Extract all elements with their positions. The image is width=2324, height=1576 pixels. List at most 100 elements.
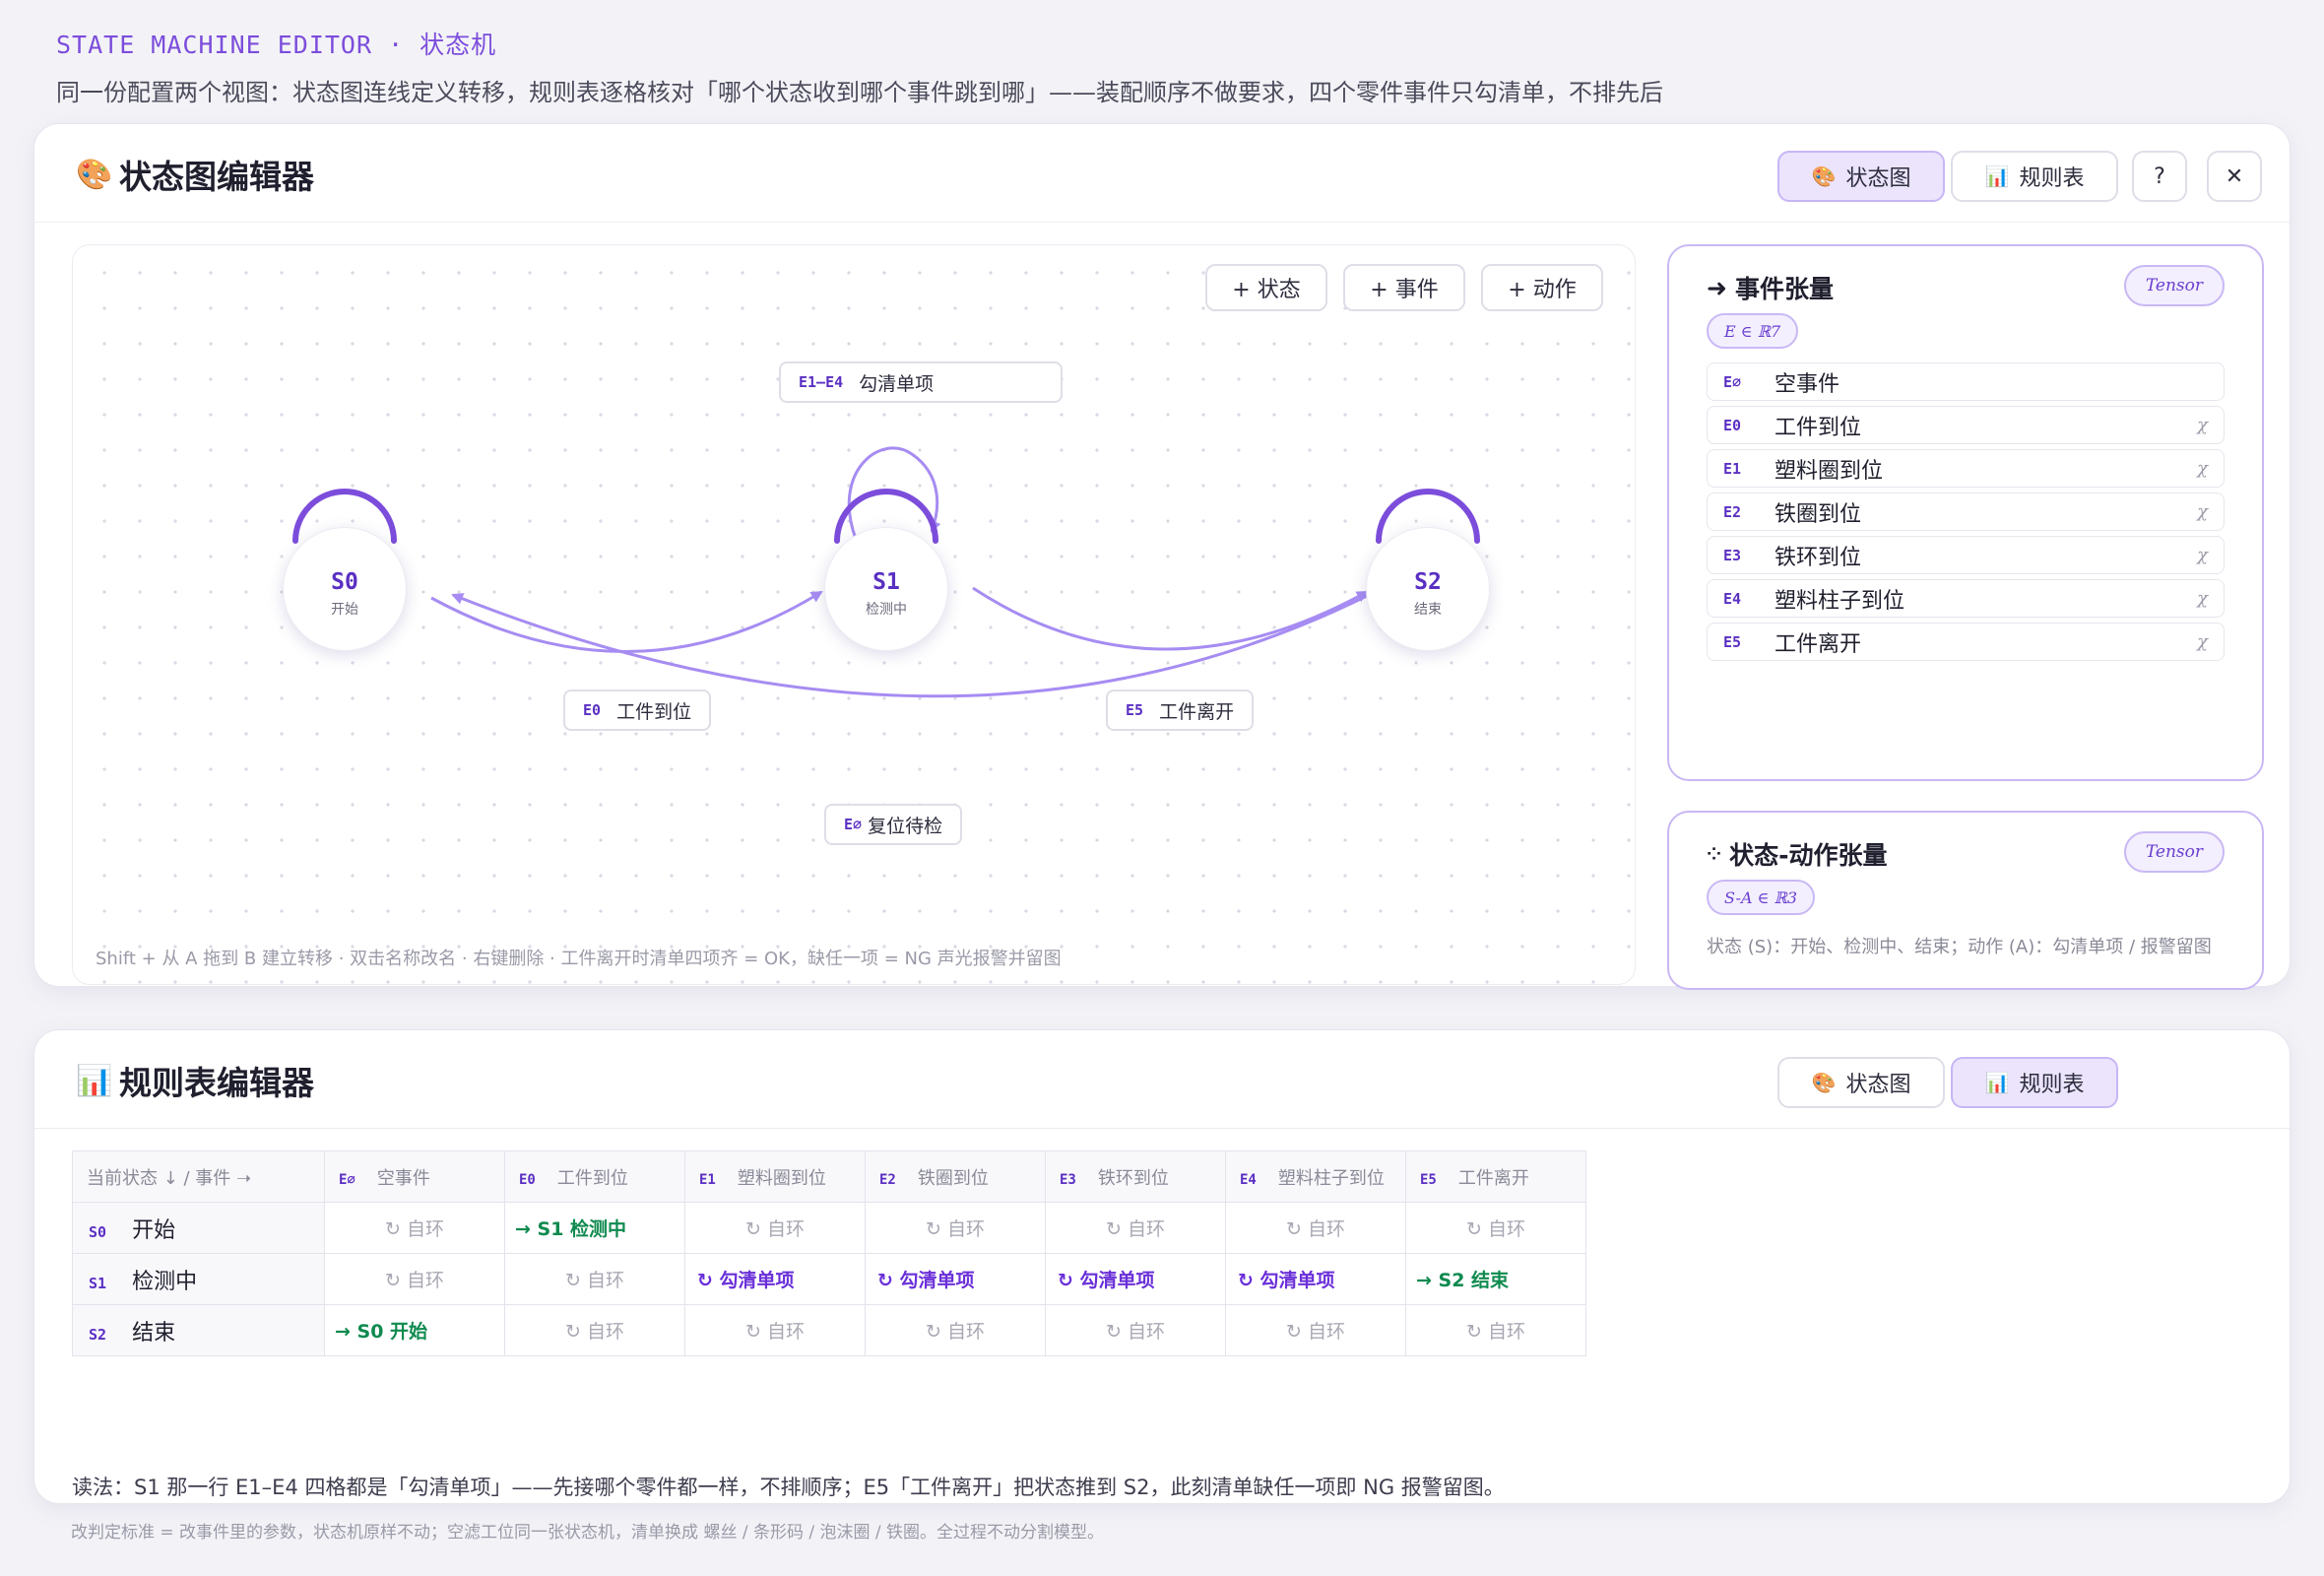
event-name: 铁环到位 [1775, 545, 1862, 570]
rule-cell[interactable]: ↻ 自环 [1405, 1304, 1586, 1356]
event-id: E2 [1723, 502, 1742, 521]
edge-action: 工件到位 [616, 700, 692, 723]
table-row: S2 结束 → S0 开始 ↻ 自环 ↻ 自环 ↻ 自环 ↻ 自环 ↻ 自环 ↻ 自环 [72, 1304, 1586, 1356]
edge-label-check[interactable]: E1–E4 勾清单项 [779, 361, 1063, 403]
tab-table-label: 规则表 [2019, 1073, 2085, 1097]
delete-event-icon[interactable]: χ [2197, 631, 2208, 652]
footer-note: 改判定标准 = 改事件里的参数，状态机原样不动；空滤工位同一张状态机，清单换成 … [71, 1523, 1105, 1543]
event-tensor-title: ➜ 事件张量 [1707, 270, 1834, 305]
column-event-name: 塑料柱子到位 [1277, 1167, 1385, 1189]
rule-cell[interactable]: ↻ 自环 [324, 1202, 505, 1254]
rule-table-column-header: E0 工件到位 [504, 1150, 685, 1203]
tab-diagram[interactable]: 🎨 状态图 [1777, 151, 1945, 202]
rule-table-column-header: E1 塑料圈到位 [684, 1150, 866, 1203]
table-row: S1 检测中 ↻ 自环 ↻ 自环 ↻ 勾清单项 ↻ 勾清单项 ↻ 勾清单项 ↻ 勾清单项 → S… [72, 1253, 1586, 1305]
sa-tensor-title: ⁘ 状态-动作张量 [1707, 836, 1887, 872]
tensor-signature: E ∈ ℝ7 [1707, 313, 1799, 349]
event-tensor-panel: ➜ 事件张量 Tensor E ∈ ℝ7 E∅ 空事件 E0 工件到位 χ E1 塑料圈到位… [1667, 244, 2264, 781]
event-row[interactable]: E5 工件离开 χ [1707, 623, 2225, 661]
state-node-name: 结束 [1414, 602, 1442, 618]
diagram-canvas[interactable]: + 状态 + 事件 + 动作 S0 开始 S1 检测中 S2 结束 E1–E4 … [72, 244, 1636, 985]
rule-cell[interactable]: ↻ 自环 [1225, 1202, 1406, 1254]
edge-action: 勾清单项 [859, 372, 935, 395]
edge-action: 复位待检 [868, 815, 943, 837]
rule-table-corner: 当前状态 ↓ / 事件 ➝ [72, 1150, 325, 1203]
event-id: E1 [1723, 459, 1742, 478]
rule-cell[interactable]: ↻ 勾清单项 [865, 1253, 1046, 1305]
rule-cell[interactable]: ↻ 自环 [684, 1304, 866, 1356]
rule-cell[interactable]: → S2 结束 [1405, 1253, 1586, 1305]
edge-s0-s1[interactable] [430, 590, 823, 654]
delete-event-icon[interactable]: χ [2197, 501, 2208, 522]
sa-tensor-description: 状态 (S)：开始、检测中、结束；动作 (A)：勾清单项 / 报警留图 [1707, 937, 2212, 957]
tab-table[interactable]: 📊 规则表 [1951, 151, 2118, 202]
tab-diagram[interactable]: 🎨 状态图 [1777, 1057, 1945, 1108]
delete-event-icon[interactable]: χ [2197, 545, 2208, 565]
tab-table-label: 规则表 [2019, 166, 2085, 191]
tab-diagram-label: 状态图 [1845, 1073, 1911, 1097]
rule-table-column-header: E3 铁环到位 [1045, 1150, 1226, 1203]
state-node-s2[interactable]: S2 结束 [1366, 527, 1490, 651]
rule-cell[interactable]: ↻ 勾清单项 [1045, 1253, 1226, 1305]
rule-cell[interactable]: ↻ 自环 [865, 1202, 1046, 1254]
rule-cell[interactable]: ↻ 自环 [684, 1202, 866, 1254]
column-event-id: E5 [1420, 1171, 1437, 1188]
delete-event-icon[interactable]: χ [2197, 415, 2208, 435]
state-node-id: S2 [1414, 569, 1442, 595]
row-state-header: S2 结束 [72, 1304, 325, 1356]
column-event-name: 铁圈到位 [917, 1167, 989, 1189]
state-node-name: 开始 [331, 602, 358, 618]
close-button[interactable]: ✕ [2207, 151, 2262, 202]
rule-cell[interactable]: ↻ 自环 [504, 1304, 685, 1356]
event-tensor-title-text: 事件张量 [1734, 275, 1834, 303]
rule-cell[interactable]: ↻ 自环 [865, 1304, 1046, 1356]
tab-table[interactable]: 📊 规则表 [1951, 1057, 2118, 1108]
event-row[interactable]: E0 工件到位 χ [1707, 406, 2225, 444]
bar-chart-icon: 📊 [76, 1063, 113, 1098]
sa-tensor-title-text: 状态-动作张量 [1729, 841, 1888, 870]
table-row: S0 开始 ↻ 自环 → S1 检测中 ↻ 自环 ↻ 自环 ↻ 自环 ↻ 自环 ↻ 自环 [72, 1202, 1586, 1254]
rule-cell[interactable]: → S1 检测中 [504, 1202, 685, 1254]
tensor-badge: Tensor [2123, 831, 2225, 873]
edge-s1-s2[interactable] [972, 586, 1369, 651]
event-row[interactable]: E3 铁环到位 χ [1707, 536, 2225, 574]
sparkle-icon: ⁘ [1707, 843, 1722, 865]
rule-cell[interactable]: ↻ 自环 [1405, 1202, 1586, 1254]
event-id: E3 [1723, 546, 1742, 564]
rule-cell[interactable]: ↻ 自环 [324, 1253, 505, 1305]
help-button[interactable]: ? [2132, 151, 2187, 202]
rule-table-column-header: E2 铁圈到位 [865, 1150, 1046, 1203]
event-row[interactable]: E4 塑料柱子到位 χ [1707, 579, 2225, 618]
rule-cell[interactable]: ↻ 自环 [1045, 1202, 1226, 1254]
column-event-id: E0 [519, 1171, 536, 1188]
rule-table-column-header: E5 工件离开 [1405, 1150, 1586, 1203]
event-id: E∅ [1723, 372, 1742, 391]
rule-cell[interactable]: ↻ 勾清单项 [684, 1253, 866, 1305]
diagram-panel-title-text: 状态图编辑器 [119, 158, 314, 196]
rule-cell[interactable]: ↻ 自环 [504, 1253, 685, 1305]
rule-table-header-row: 当前状态 ↓ / 事件 ➝ E∅ 空事件 E0 工件到位 E1 塑料圈到位 E2 铁圈到位 E3… [72, 1150, 1586, 1203]
bar-chart-icon: 📊 [1984, 1071, 2010, 1094]
column-event-id: E3 [1060, 1171, 1076, 1188]
rule-cell[interactable]: ↻ 自环 [1045, 1304, 1226, 1356]
event-row[interactable]: E∅ 空事件 [1707, 362, 2225, 401]
row-state-id: S0 [89, 1222, 107, 1241]
row-state-name: 检测中 [132, 1269, 198, 1294]
rule-cell[interactable]: ↻ 勾清单项 [1225, 1253, 1406, 1305]
edge-label-leave[interactable]: E5 工件离开 [1106, 690, 1255, 731]
event-id: E0 [1723, 416, 1742, 434]
event-row[interactable]: E1 塑料圈到位 χ [1707, 449, 2225, 488]
rule-panel-title: 📊 规则表编辑器 [76, 1057, 314, 1104]
state-node-s0[interactable]: S0 开始 [283, 527, 407, 651]
edge-label-reset[interactable]: E∅ 复位待检 [824, 804, 963, 845]
tab-diagram-label: 状态图 [1845, 166, 1911, 191]
edge-label-arrive[interactable]: E0 工件到位 [563, 690, 712, 731]
rule-cell[interactable]: → S0 开始 [324, 1304, 505, 1356]
column-event-name: 铁环到位 [1097, 1167, 1169, 1189]
event-row[interactable]: E2 铁圈到位 χ [1707, 492, 2225, 531]
rule-cell[interactable]: ↻ 自环 [1225, 1304, 1406, 1356]
delete-event-icon[interactable]: χ [2197, 458, 2208, 479]
state-node-id: S0 [331, 569, 358, 595]
state-node-s1[interactable]: S1 检测中 [824, 527, 948, 651]
delete-event-icon[interactable]: χ [2197, 588, 2208, 609]
